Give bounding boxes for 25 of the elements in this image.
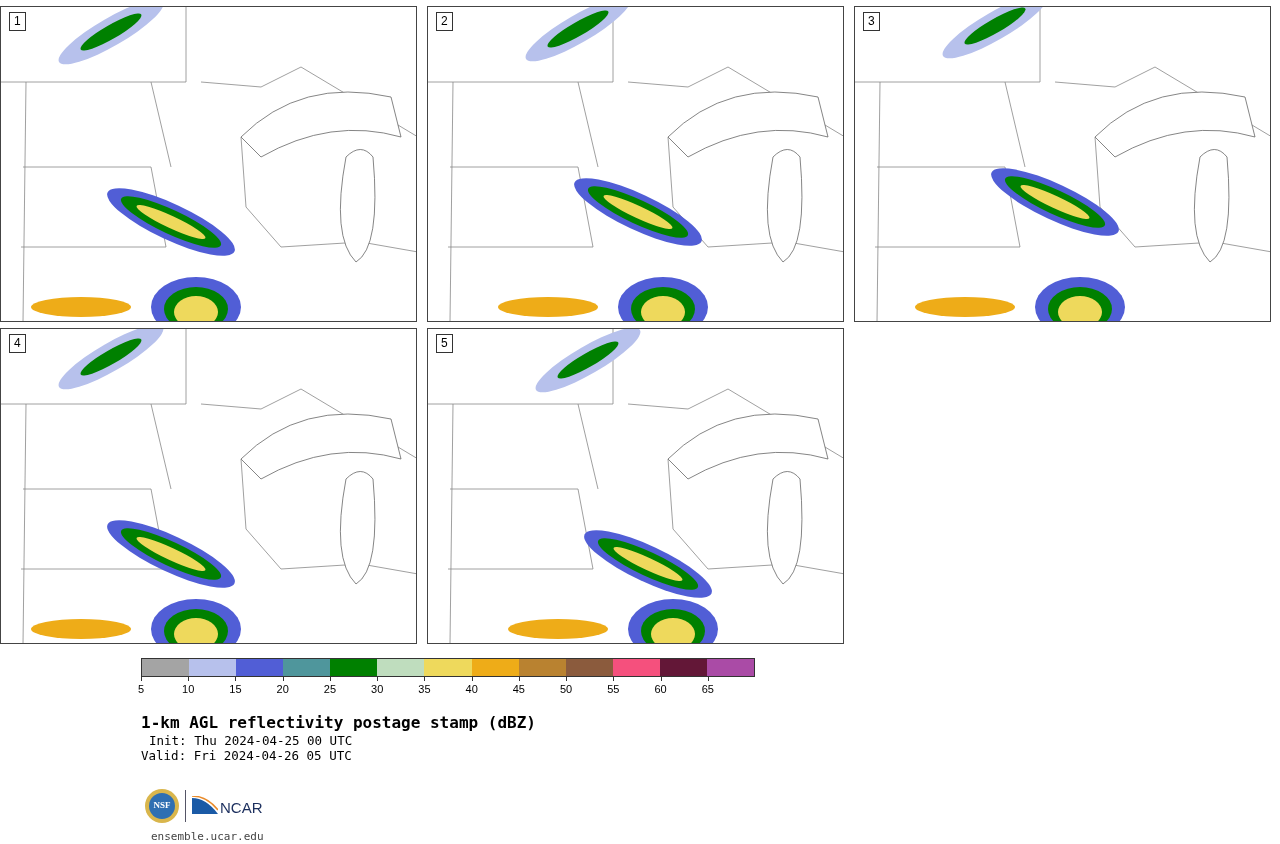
valid-time: Valid: Fri 2024-04-26 05 UTC — [141, 748, 353, 763]
panel-number: 2 — [436, 12, 453, 31]
tick-label: 60 — [654, 682, 667, 696]
init-time: Init: Thu 2024-04-25 00 UTC — [148, 733, 354, 748]
tick-label: 15 — [229, 682, 242, 696]
tick-label: 65 — [701, 682, 714, 696]
tick-label: 5 — [137, 682, 145, 696]
panel-number: 3 — [863, 12, 880, 31]
tick-label: 55 — [607, 682, 620, 696]
tick-label: 45 — [512, 682, 525, 696]
panel-number: 1 — [9, 12, 26, 31]
website-url: ensemble.ucar.edu — [151, 829, 265, 844]
tick-label: 10 — [182, 682, 195, 696]
tick-label: 40 — [465, 682, 478, 696]
panel-number: 5 — [436, 334, 453, 353]
tick-label: 20 — [276, 682, 289, 696]
tick-label: 50 — [560, 682, 573, 696]
tick-label: 35 — [418, 682, 431, 696]
tick-label: 30 — [371, 682, 384, 696]
panel-number: 4 — [9, 334, 26, 353]
wave-icon — [192, 796, 218, 816]
chart-title: 1-km AGL reflectivity postage stamp (dBZ) — [141, 713, 537, 733]
nsf-logo: NSF — [145, 789, 179, 823]
tick-label: 25 — [323, 682, 337, 696]
ncar-logo: NCAR — [192, 796, 263, 816]
